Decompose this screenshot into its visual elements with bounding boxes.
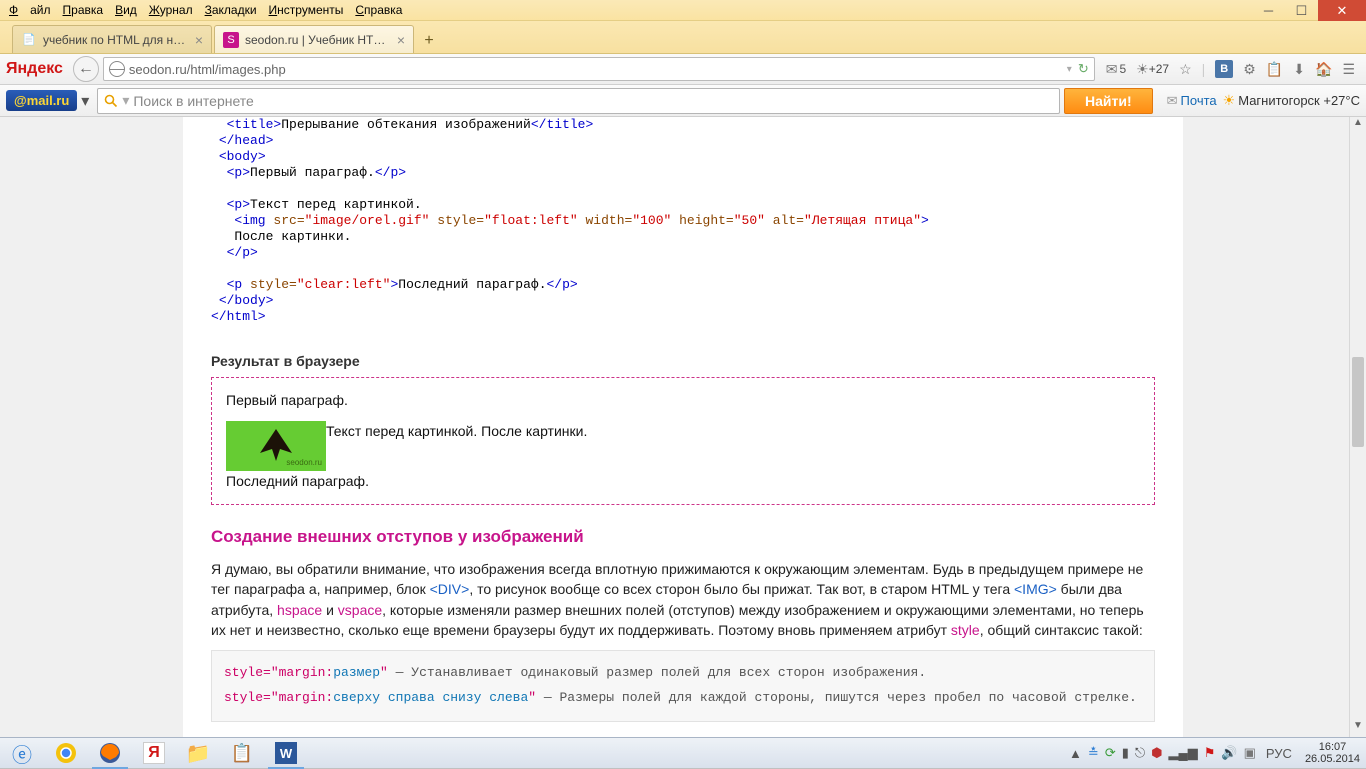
tab-favicon: 📄 bbox=[21, 32, 37, 48]
home-icon[interactable]: 🏠 bbox=[1315, 61, 1332, 78]
tray-volume-icon[interactable]: 🔊 bbox=[1221, 745, 1237, 761]
mailru-dropdown-icon[interactable]: ▾ bbox=[77, 91, 93, 111]
window-minimize[interactable]: ─ bbox=[1252, 0, 1285, 21]
scroll-thumb[interactable] bbox=[1352, 357, 1364, 447]
hamburger-menu-icon[interactable]: ☰ bbox=[1342, 61, 1355, 78]
search-icon bbox=[104, 94, 118, 108]
tray-flag-icon[interactable]: ⚑ bbox=[1204, 745, 1216, 761]
browser-tab[interactable]: 📄 учебник по HTML для начи... × bbox=[12, 25, 212, 53]
downloads-icon[interactable]: ⬇ bbox=[1293, 61, 1305, 78]
result-heading: Результат в браузере bbox=[211, 353, 1173, 369]
tab-favicon: S bbox=[223, 32, 239, 48]
search-dropdown-icon[interactable]: ▾ bbox=[122, 92, 129, 109]
window-maximize[interactable]: ☐ bbox=[1285, 0, 1318, 21]
url-text: seodon.ru/html/images.php bbox=[129, 62, 286, 77]
browser-navbar: Яндекс ← seodon.ru/html/images.php ▾ ↻ ✉… bbox=[0, 54, 1366, 85]
tray-clock[interactable]: 16:07 26.05.2014 bbox=[1305, 741, 1360, 765]
tab-close-icon[interactable]: × bbox=[397, 32, 405, 48]
settings-gear-icon[interactable]: ⚙ bbox=[1243, 61, 1256, 78]
url-bar[interactable]: seodon.ru/html/images.php ▾ ↻ bbox=[103, 57, 1095, 81]
menu-file[interactable]: Файл bbox=[3, 1, 57, 19]
menu-help[interactable]: Справка bbox=[349, 1, 408, 19]
tray-show-hidden-icon[interactable]: ▲ bbox=[1069, 746, 1082, 761]
windows-taskbar: ⓔ Я 📁 📋 W ▲ ≛ ⟳ ▮ ⎋ ⬢ ▂▄▆ ⚑ 🔊 ▣ РУС 16:0… bbox=[0, 737, 1366, 768]
menu-edit[interactable]: Правка bbox=[57, 1, 110, 19]
scroll-down-icon[interactable]: ▼ bbox=[1350, 720, 1366, 737]
result-p2: seodon.ru Текст перед картинкой. После к… bbox=[226, 421, 1140, 471]
clipboard-icon[interactable]: 📋 bbox=[1266, 61, 1283, 78]
search-placeholder: Поиск в интернете bbox=[133, 93, 253, 109]
toolbar-icons: ✉5 ☀+27 ☆ | В ⚙ 📋 ⬇ 🏠 ☰ bbox=[1101, 60, 1360, 78]
result-preview: Первый параграф. seodon.ru Текст перед к… bbox=[211, 377, 1155, 505]
search-button[interactable]: Найти! bbox=[1064, 88, 1153, 114]
syntax-block: style="margin:размер" — Устанавливает од… bbox=[211, 650, 1155, 721]
bookmark-star-icon[interactable]: ☆ bbox=[1179, 61, 1192, 78]
tray-language[interactable]: РУС bbox=[1262, 745, 1296, 762]
scroll-up-icon[interactable]: ▲ bbox=[1350, 117, 1366, 134]
menu-tools[interactable]: Инструменты bbox=[263, 1, 350, 19]
menu-view[interactable]: Вид bbox=[109, 1, 143, 19]
system-tray: ▲ ≛ ⟳ ▮ ⎋ ⬢ ▂▄▆ ⚑ 🔊 ▣ РУС 16:07 26.05.20… bbox=[1066, 741, 1366, 765]
menu-journal[interactable]: Журнал bbox=[143, 1, 199, 19]
new-tab-button[interactable]: + bbox=[416, 29, 442, 53]
tray-network-icon[interactable]: ▂▄▆ bbox=[1169, 745, 1198, 761]
mailru-toolbar: @mail.ru ▾ ▾ Поиск в интернете Найти! ✉П… bbox=[0, 85, 1366, 117]
taskbar-explorer[interactable]: 📁 bbox=[176, 738, 220, 769]
yandex-logo[interactable]: Яндекс bbox=[6, 60, 63, 78]
page-viewport: <title>Прерывание обтекания изображений<… bbox=[0, 117, 1366, 737]
mailru-logo[interactable]: @mail.ru bbox=[6, 90, 77, 111]
page-content: <title>Прерывание обтекания изображений<… bbox=[183, 117, 1183, 737]
taskbar-notepad[interactable]: 📋 bbox=[220, 738, 264, 769]
taskbar-chrome[interactable] bbox=[44, 738, 88, 769]
tray-battery-icon[interactable]: ▮ bbox=[1122, 745, 1129, 761]
eagle-image: seodon.ru bbox=[226, 421, 326, 471]
separator: | bbox=[1202, 61, 1206, 77]
tray-sync-icon[interactable]: ⟳ bbox=[1105, 745, 1116, 761]
weather-widget[interactable]: ☀Магнитогорск +27°C bbox=[1223, 92, 1360, 109]
mail-icon[interactable]: ✉5 bbox=[1106, 61, 1126, 78]
weather-icon[interactable]: ☀+27 bbox=[1136, 61, 1169, 78]
taskbar-word[interactable]: W bbox=[264, 738, 308, 769]
back-button[interactable]: ← bbox=[73, 56, 99, 82]
browser-tabsbar: 📄 учебник по HTML для начи... × S seodon… bbox=[0, 21, 1366, 54]
sun-icon: ☀ bbox=[1223, 92, 1236, 109]
result-p1: Первый параграф. bbox=[226, 390, 1140, 411]
tray-app-icon[interactable]: ▣ bbox=[1244, 745, 1256, 761]
tray-shield-icon[interactable]: ⬢ bbox=[1151, 745, 1162, 761]
window-close[interactable]: ✕ bbox=[1318, 0, 1366, 21]
tray-bluetooth-icon[interactable]: ≛ bbox=[1088, 745, 1099, 761]
taskbar-yandex[interactable]: Я bbox=[132, 738, 176, 769]
syntax-line: style="margin:сверху справа снизу слева"… bbox=[224, 686, 1142, 711]
tab-close-icon[interactable]: × bbox=[195, 32, 203, 48]
tab-title: seodon.ru | Учебник HTM... bbox=[245, 33, 391, 47]
mail-link[interactable]: ✉Почта bbox=[1167, 93, 1217, 109]
browser-tab[interactable]: S seodon.ru | Учебник HTM... × bbox=[214, 25, 414, 53]
reload-icon[interactable]: ↻ bbox=[1078, 61, 1089, 77]
menu-bookmarks[interactable]: Закладки bbox=[199, 1, 263, 19]
tray-usb-icon[interactable]: ⎋ bbox=[1135, 745, 1145, 761]
taskbar-firefox[interactable] bbox=[88, 738, 132, 769]
envelope-icon: ✉ bbox=[1167, 93, 1178, 109]
syntax-line: style="margin:размер" — Устанавливает од… bbox=[224, 661, 1142, 686]
search-input[interactable]: ▾ Поиск в интернете bbox=[97, 88, 1060, 114]
taskbar-ie[interactable]: ⓔ bbox=[0, 738, 44, 769]
site-identity-icon bbox=[109, 61, 125, 77]
section-heading: Создание внешних отступов у изображений bbox=[211, 527, 1155, 547]
result-p3: Последний параграф. bbox=[226, 471, 1140, 492]
tab-title: учебник по HTML для начи... bbox=[43, 33, 189, 47]
window-menubar: Файл Правка Вид Журнал Закладки Инструме… bbox=[0, 0, 1366, 21]
section-paragraph: Я думаю, вы обратили внимание, что изобр… bbox=[211, 559, 1155, 640]
vertical-scrollbar[interactable]: ▲ ▼ bbox=[1349, 117, 1366, 737]
dropdown-icon[interactable]: ▾ bbox=[1067, 64, 1072, 75]
code-block: <title>Прерывание обтекания изображений<… bbox=[193, 117, 1173, 325]
vk-icon[interactable]: В bbox=[1215, 60, 1233, 78]
